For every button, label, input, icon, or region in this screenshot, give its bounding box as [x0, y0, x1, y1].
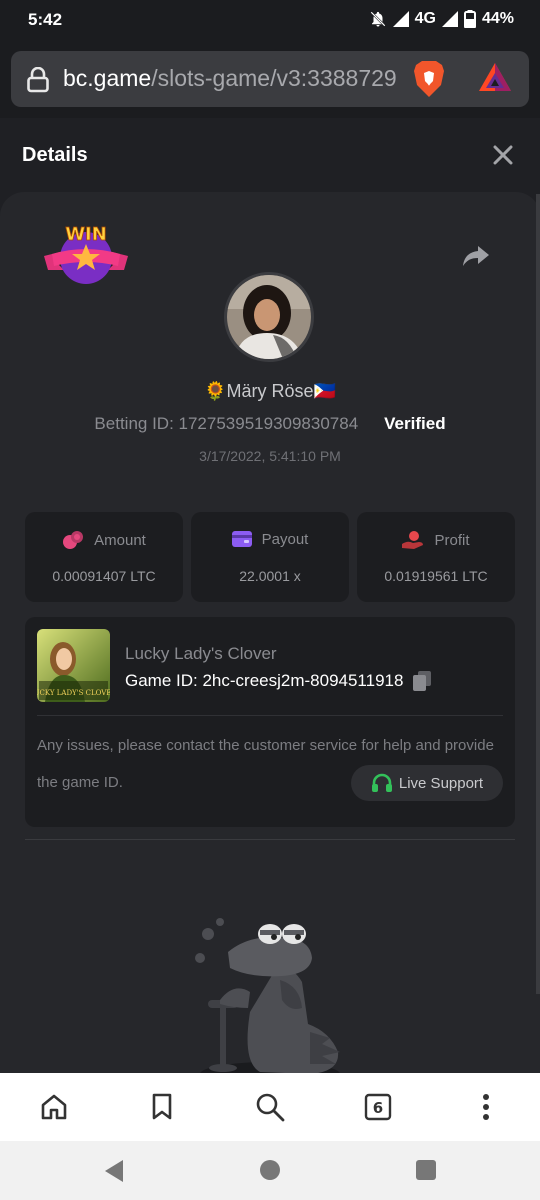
coins-icon	[63, 531, 84, 549]
bell-off-icon	[370, 11, 386, 27]
live-support-label: Live Support	[398, 774, 484, 792]
browser-top-bar: bc.game/slots-game/v3:3388729	[0, 40, 540, 118]
game-thumbnail-art: LUCKY LADY'S CLOVER	[37, 629, 110, 702]
url-host: bc.game	[63, 65, 152, 91]
game-name: Lucky Lady's Clover	[125, 644, 277, 663]
game-id-row: Game ID: 2hc-creesj2m-8094511918	[125, 671, 432, 691]
system-nav-bar	[0, 1141, 540, 1200]
game-thumbnail[interactable]: LUCKY LADY'S CLOVER	[37, 629, 110, 702]
bookmark-button[interactable]	[132, 1077, 192, 1137]
url-path: /slots-game/v3:3388729	[151, 65, 397, 91]
stat-value: 22.0001 x	[239, 568, 301, 584]
betting-id-line: Betting ID: 1727539519309830784 Verified	[0, 414, 540, 434]
tabs-button[interactable]: 6	[348, 1077, 408, 1137]
address-bar[interactable]: bc.game/slots-game/v3:3388729	[11, 51, 529, 107]
home-icon	[41, 1094, 67, 1120]
username: 🌻Märy Röse🇵🇭	[204, 381, 336, 401]
details-page: Details WIN 🌻Märy Röse🇵🇭 Betting ID: 172…	[0, 118, 540, 1073]
status-time: 5:42	[28, 10, 63, 29]
home-nav-icon[interactable]	[259, 1159, 281, 1181]
wallet-icon	[231, 531, 252, 547]
live-support-button[interactable]: Live Support	[351, 765, 503, 801]
stat-profit: Profit 0.01919561 LTC	[357, 512, 515, 602]
status-icons: 4G 44%	[369, 10, 514, 28]
divider	[25, 839, 515, 840]
avatar	[224, 272, 314, 362]
page-title: Details	[22, 144, 88, 166]
bet-date: 3/17/2022, 5:41:10 PM	[199, 448, 341, 464]
url-text[interactable]: bc.game/slots-game/v3:3388729	[63, 65, 403, 92]
battery-level: 44%	[481, 10, 514, 27]
tabs-icon: 6	[364, 1093, 392, 1121]
headset-icon	[371, 773, 392, 792]
betting-id: Betting ID: 1727539519309830784	[94, 414, 359, 433]
bookmark-icon	[152, 1093, 172, 1120]
bat-rewards-icon[interactable]	[477, 61, 513, 95]
home-button[interactable]	[24, 1077, 84, 1137]
bet-detail-card: WIN 🌻Märy Röse🇵🇭 Betting ID: 17275395193…	[0, 192, 540, 1073]
user-photo	[227, 275, 311, 359]
menu-button[interactable]	[456, 1077, 516, 1137]
stat-value: 0.00091407 LTC	[52, 568, 156, 584]
signal-icon	[392, 11, 409, 27]
stat-value: 0.01919561 LTC	[384, 568, 488, 584]
win-badge-icon: WIN	[44, 224, 128, 284]
game-id: Game ID: 2hc-creesj2m-8094511918	[125, 671, 404, 690]
brave-lion-icon[interactable]	[412, 59, 446, 99]
network-type: 4G	[414, 10, 436, 27]
hand-coin-icon	[402, 531, 424, 549]
back-icon[interactable]	[103, 1159, 125, 1183]
search-button[interactable]	[240, 1077, 300, 1137]
close-icon[interactable]	[492, 144, 514, 166]
browser-toolbar: 6	[0, 1073, 540, 1141]
battery-icon	[463, 10, 476, 28]
crocodile-mascot-icon	[195, 918, 340, 1073]
lock-icon[interactable]	[27, 67, 49, 93]
game-info-card: LUCKY LADY'S CLOVER Lucky Lady's Clover …	[25, 617, 515, 827]
recents-icon[interactable]	[415, 1159, 437, 1181]
stat-label: Amount	[94, 531, 146, 549]
stat-payout: Payout 22.0001 x	[191, 512, 349, 602]
win-badge-text: WIN	[65, 224, 107, 245]
more-vertical-icon	[483, 1094, 489, 1120]
verified-label[interactable]: Verified	[384, 414, 445, 433]
stat-label: Payout	[261, 530, 309, 548]
scrollbar[interactable]	[536, 194, 540, 994]
share-icon[interactable]	[462, 244, 490, 268]
signal-icon	[441, 11, 458, 27]
copy-icon[interactable]	[413, 671, 432, 691]
search-icon	[256, 1093, 285, 1122]
tab-count: 6	[373, 1099, 383, 1117]
stat-amount: Amount 0.00091407 LTC	[25, 512, 183, 602]
status-bar: 5:42 4G 44%	[0, 0, 540, 40]
bet-stats: Amount 0.00091407 LTC Payout 22.0001 x P…	[25, 512, 515, 602]
divider	[37, 715, 503, 716]
stat-label: Profit	[434, 531, 470, 549]
game-thumbnail-text: LUCKY LADY'S CLOVER	[37, 689, 110, 697]
